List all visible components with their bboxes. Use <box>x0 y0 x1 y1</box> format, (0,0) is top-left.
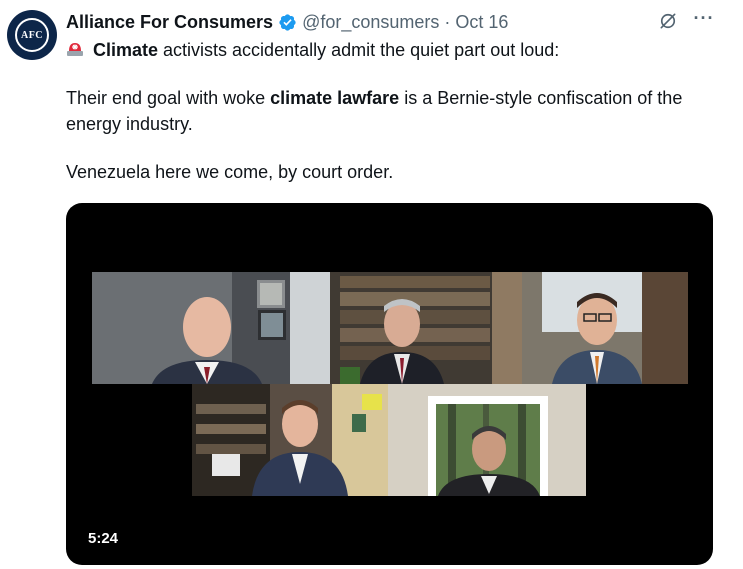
grok-icon[interactable] <box>657 10 679 32</box>
more-options-icon[interactable]: ··· <box>693 9 715 32</box>
account-handle[interactable]: @for_consumers <box>302 12 439 33</box>
tweet-actions: ··· <box>657 9 715 32</box>
verified-badge-icon <box>279 13 296 31</box>
tweet-line-1: Climate activists accidentally admit the… <box>66 37 726 63</box>
video-duration: 5:24 <box>88 530 119 547</box>
video-tile-participant-2 <box>290 272 492 384</box>
video-tile-participant-1 <box>92 272 290 384</box>
tweet-paragraph-2: Their end goal with woke climate lawfare… <box>66 88 683 134</box>
tweet-paragraph-3: Venezuela here we come, by court order. <box>66 162 394 182</box>
avatar[interactable]: AFC <box>7 10 57 60</box>
tweet-header: Alliance For Consumers @for_consumers · … <box>66 11 508 33</box>
video-tile-participant-3 <box>492 272 688 384</box>
separator: · <box>444 11 451 32</box>
line1-text: activists accidentally admit the quiet p… <box>158 40 560 60</box>
video-tile-participant-4 <box>192 384 388 496</box>
display-name[interactable]: Alliance For Consumers <box>66 12 273 33</box>
hashtag-climate: Climate <box>93 40 159 60</box>
police-siren-icon <box>66 39 84 56</box>
video-player[interactable]: 5:24 <box>66 203 713 565</box>
tweet-text: Climate activists accidentally admit the… <box>66 37 726 185</box>
video-tile-participant-5 <box>388 384 586 496</box>
tweet-date[interactable]: Oct 16 <box>455 12 508 33</box>
avatar-logo: AFC <box>15 18 49 52</box>
